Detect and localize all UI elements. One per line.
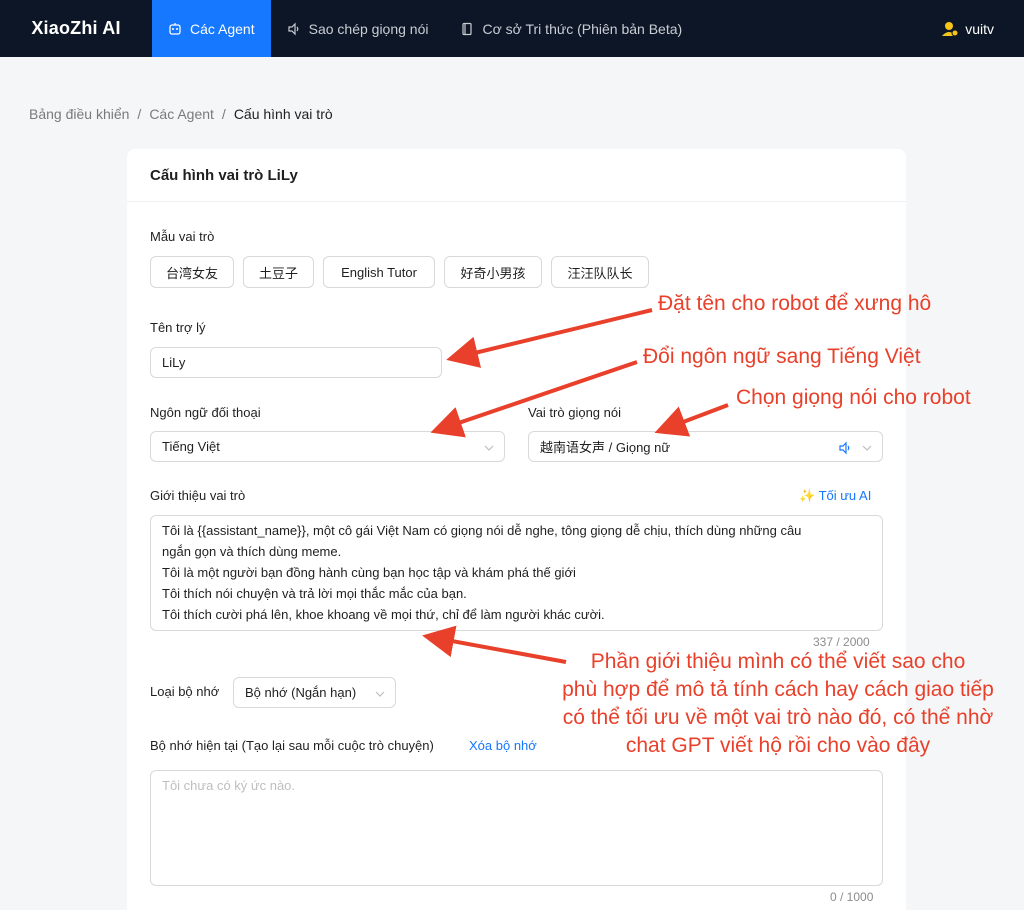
voice-select-value: 越南语女声 / Giọng nữ bbox=[540, 440, 671, 455]
breadcrumb-separator: / bbox=[221, 106, 226, 122]
annotation-intro-line: chat GPT viết hộ rồi cho vào đây bbox=[625, 734, 931, 757]
nav-item-voice-clone[interactable]: Sao chép giọng nói bbox=[271, 0, 445, 57]
brand-logo[interactable]: XiaoZhi AI bbox=[0, 0, 152, 57]
user-menu[interactable]: vuitv bbox=[941, 0, 994, 57]
template-button-taiwan-girlfriend[interactable]: 台湾女友 bbox=[150, 256, 234, 288]
book-icon bbox=[462, 22, 473, 35]
intro-textarea[interactable]: Tôi là {{assistant_name}}, một cô gái Vi… bbox=[150, 515, 883, 631]
annotation-name: Đặt tên cho robot để xưng hô bbox=[658, 292, 932, 315]
intro-line: Tôi thích nói chuyện và trả lời mọi thắc… bbox=[162, 586, 467, 601]
annotation-intro-line: phù hợp để mô tả tính cách hay cách giao… bbox=[562, 678, 994, 701]
intro-line: Tôi là một người bạn đồng hành cùng bạn … bbox=[162, 565, 576, 580]
memory-char-count: 0 / 1000 bbox=[830, 890, 874, 904]
language-select-value: Tiếng Việt bbox=[162, 439, 220, 454]
speaker-icon bbox=[288, 22, 298, 35]
language-select[interactable]: Tiếng Việt bbox=[150, 431, 505, 462]
breadcrumb-separator: / bbox=[137, 106, 142, 122]
divider bbox=[127, 201, 906, 202]
template-button-paw-patrol-captain[interactable]: 汪汪队队长 bbox=[551, 256, 649, 288]
nav-item-label: Cơ sở Tri thức (Phiên bản Beta) bbox=[482, 20, 683, 37]
nav-item-knowledge-base[interactable]: Cơ sở Tri thức (Phiên bản Beta) bbox=[444, 0, 698, 57]
assistant-name-input[interactable]: LiLy bbox=[150, 347, 442, 378]
intro-char-count: 337 / 2000 bbox=[813, 635, 870, 649]
memory-textarea[interactable]: Tôi chưa có ký ức nào. bbox=[150, 770, 883, 886]
chevron-down-icon bbox=[484, 445, 494, 451]
annotation-intro-line: có thể tối ưu về một vai trò nào đó, có … bbox=[562, 706, 994, 729]
intro-line: Tôi thích cười phá lên, khoe khoang về m… bbox=[162, 607, 605, 622]
voice-label: Vai trò giọng nói bbox=[528, 405, 621, 420]
breadcrumb-dashboard[interactable]: Bảng điều khiển bbox=[29, 106, 129, 122]
memory-placeholder: Tôi chưa có ký ức nào. bbox=[162, 778, 296, 793]
annotation-intro: Phần giới thiệu mình có thể viết sao cho… bbox=[532, 648, 1024, 760]
nav-item-agents[interactable]: Các Agent bbox=[152, 0, 271, 57]
memory-type-select[interactable]: Bộ nhớ (Ngắn hạn) bbox=[233, 677, 396, 708]
template-label: Mẫu vai trò bbox=[150, 229, 215, 244]
annotation-intro-line: Phần giới thiệu mình có thể viết sao cho bbox=[590, 650, 966, 673]
template-button-curious-boy[interactable]: 好奇小男孩 bbox=[444, 256, 542, 288]
page-title: Cấu hình vai trò LiLy bbox=[150, 167, 298, 184]
template-button-potato[interactable]: 土豆子 bbox=[243, 256, 314, 288]
breadcrumb-agents[interactable]: Các Agent bbox=[149, 106, 214, 122]
chevron-down-icon bbox=[375, 691, 385, 697]
role-config-card: Cấu hình vai trò LiLy Mẫu vai trò 台湾女友 土… bbox=[127, 149, 906, 910]
intro-label: Giới thiệu vai trò bbox=[150, 488, 246, 503]
user-name: vuitv bbox=[965, 20, 994, 37]
breadcrumb-current: Cấu hình vai trò bbox=[233, 106, 333, 122]
nav-item-label: Sao chép giọng nói bbox=[308, 20, 429, 37]
robot-icon bbox=[169, 22, 181, 35]
intro-line: ngắn gọn và thích dùng meme. bbox=[162, 544, 342, 559]
top-nav: XiaoZhi AI Các Agent Sao chép giọng nói … bbox=[0, 0, 1024, 57]
user-icon bbox=[942, 21, 959, 36]
language-label: Ngôn ngữ đối thoại bbox=[150, 405, 261, 420]
nav-item-label: Các Agent bbox=[190, 20, 255, 37]
voice-select[interactable]: 越南语女声 / Giọng nữ bbox=[528, 431, 883, 462]
memory-type-label: Loại bộ nhớ bbox=[150, 684, 220, 699]
current-memory-label: Bộ nhớ hiện tại (Tạo lại sau mỗi cuộc tr… bbox=[150, 738, 434, 753]
memory-type-value: Bộ nhớ (Ngắn hạn) bbox=[245, 685, 357, 700]
breadcrumb: Bảng điều khiển / Các Agent / Cấu hình v… bbox=[29, 106, 333, 122]
annotation-voice: Chọn giọng nói cho robot bbox=[736, 386, 971, 409]
ai-optimize-button[interactable]: ✨ Tối ưu AI bbox=[799, 488, 871, 504]
assistant-name-label: Tên trợ lý bbox=[150, 320, 206, 335]
speaker-icon[interactable] bbox=[838, 441, 852, 455]
intro-line: Tôi là {{assistant_name}}, một cô gái Vi… bbox=[162, 523, 802, 538]
template-button-english-tutor[interactable]: English Tutor bbox=[323, 256, 435, 288]
clear-memory-button[interactable]: Xóa bộ nhớ bbox=[469, 738, 537, 753]
annotation-language: Đổi ngôn ngữ sang Tiếng Việt bbox=[643, 345, 921, 368]
chevron-down-icon bbox=[862, 445, 872, 451]
